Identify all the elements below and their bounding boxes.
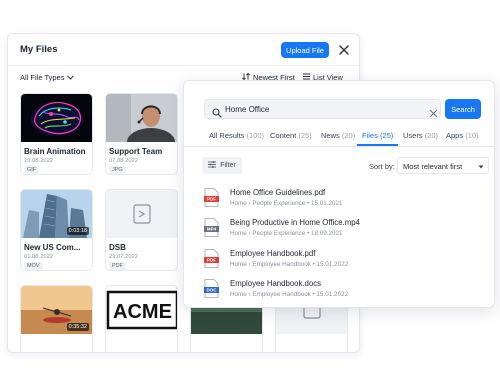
sort-value: Most relevant first [403,162,463,171]
file-type-badge: GIF [24,166,40,174]
tab-label: Files [362,131,378,140]
result-meta: Home › Employee Handbook • 15.01.2022 [230,291,349,298]
file-card[interactable]: 0:03:18 New US Com... 01.08.2022 MOV [20,189,93,271]
tab-label: All Results [209,131,245,140]
tab-apps[interactable]: Apps (10) [446,131,479,140]
search-icon [212,105,222,118]
file-type-badge: MOV [24,262,43,270]
files-panel-header: My Files Upload File [8,34,359,66]
video-duration: 0:35:32 [66,323,89,331]
pdf-icon: PDF [204,188,219,207]
card-date: 07.08.2022 [109,158,139,164]
tab-count: (25) [298,131,312,140]
result-item[interactable]: DOC Employee Handbook.docs Home › Employ… [204,279,464,305]
file-type-dropdown[interactable]: All File Types [20,73,75,82]
caret-down-icon [478,163,484,169]
result-title: Home Office Guidelines.pdf [230,188,326,197]
doc-icon: DOC [204,279,219,298]
mp4-icon: MP4 [204,218,219,237]
pdf-icon-label: PDF [207,197,216,202]
tab-users[interactable]: Users (20) [403,131,438,140]
result-item[interactable]: MP4 Being Productive in Home Office.mp4 … [204,218,464,244]
tab-count: (10) [465,131,479,140]
result-title: Employee Handbook.pdf [230,249,316,258]
search-input[interactable]: Home Office [204,99,441,119]
card-date: 01.08.2022 [24,254,54,260]
tab-content[interactable]: Content (25) [270,131,312,140]
acme-logo-thumbnail: ACME [106,286,177,334]
tab-count: (20) [424,131,439,140]
active-tab-indicator [357,144,398,146]
panel-title: My Files [20,44,58,55]
brain-thumbnail [21,94,92,142]
result-meta: Home › People Experience • 18.09.2021 [230,230,343,237]
search-button[interactable]: Search [445,99,481,119]
tab-count: (20) [341,131,356,140]
mp4-icon-label: MP4 [207,227,217,232]
file-card[interactable]: ACME [105,285,178,352]
close-icon[interactable] [338,43,350,55]
result-title: Employee Handbook.docs [230,279,322,288]
file-type-badge: PDF [109,262,126,270]
card-name: DSB [109,243,126,252]
card-name: Support Team [109,147,163,156]
tab-count: (100) [246,131,265,140]
result-tabs: All Results (100) Content (25) News (20)… [184,127,494,147]
filter-button[interactable]: Filter [202,157,242,174]
sort-by-label: Sort by: [369,162,395,171]
tab-count: (25) [379,131,394,140]
search-results-panel: Home Office Search All Results (100) Con… [183,80,495,308]
video-duration: 0:03:18 [66,227,89,235]
sort-select[interactable]: Most relevant first [397,157,489,174]
result-meta: Home › Employee Handbook • 15.01.2022 [230,261,349,268]
clear-search-icon[interactable] [429,105,438,117]
result-item[interactable]: PDF Home Office Guidelines.pdf Home › Pe… [204,188,464,214]
file-type-label: All File Types [20,73,65,82]
tab-label: Apps [446,131,464,140]
filter-icon [208,161,217,170]
file-card[interactable]: DSB 29.07.2022 PDF [105,189,178,271]
file-card[interactable]: Brain Animation 10.08.2022 GIF [20,93,93,175]
card-name: Brain Animation [24,147,86,156]
result-meta: Home › People Experience • 15.01.2021 [230,200,343,207]
tab-all-results[interactable]: All Results (100) [209,131,264,140]
result-item[interactable]: PDF Employee Handbook.pdf Home › Employe… [204,249,464,275]
tab-files[interactable]: Files (25) [362,131,393,140]
pdf-placeholder-thumbnail [106,190,177,238]
file-type-badge: JPG [109,166,126,174]
file-card[interactable]: 0:35:32 [20,285,93,352]
file-card[interactable]: Support Team 07.08.2022 JPG [105,93,178,175]
doc-icon-label: DOC [207,288,218,293]
filter-label: Filter [220,162,236,169]
card-date: 29.07.2022 [109,254,139,260]
pdf-icon-label: PDF [207,258,216,263]
card-date: 10.08.2022 [24,158,54,164]
chevron-down-icon [67,73,75,82]
card-name: New US Com... [24,243,81,252]
tab-label: Users [403,131,423,140]
pdf-icon: PDF [204,249,219,268]
tab-label: Content [270,131,297,140]
svg-text:ACME: ACME [113,301,172,323]
search-query: Home Office [225,105,270,114]
kayak-video-thumbnail: 0:35:32 [21,286,92,334]
tab-news[interactable]: News (20) [321,131,355,140]
upload-file-button[interactable]: Upload File [281,42,329,58]
support-team-photo [106,94,177,142]
result-title: Being Productive in Home Office.mp4 [230,218,360,227]
skyscraper-video-thumbnail: 0:03:18 [21,190,92,238]
tab-label: News [321,131,340,140]
